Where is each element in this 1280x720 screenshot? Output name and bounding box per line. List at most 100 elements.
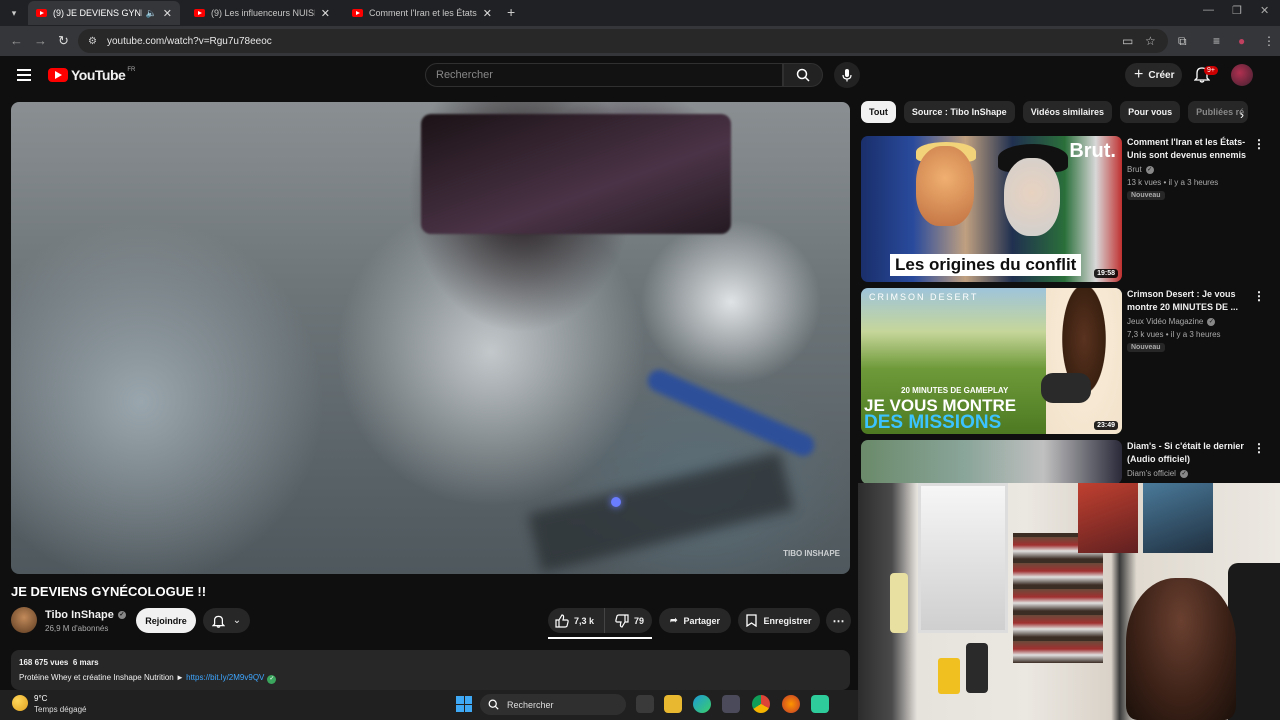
like-button[interactable]: 7,3 k: [548, 608, 606, 633]
webcam-art: [938, 658, 960, 694]
dislike-button[interactable]: 79: [605, 608, 651, 633]
extensions-icon[interactable]: ⧉: [1178, 34, 1187, 49]
create-button[interactable]: + Créer: [1125, 63, 1182, 87]
browser-menu-icon[interactable]: ⋮: [1263, 34, 1275, 48]
weather-moon-icon[interactable]: [12, 695, 28, 711]
firefox-icon[interactable]: [782, 695, 800, 713]
chip-source[interactable]: Source : Tibo InShape: [903, 101, 1015, 123]
save-button[interactable]: Enregistrer: [738, 608, 820, 633]
tab-influenceurs[interactable]: (9) Les influenceurs NUISIBLES ✕: [186, 1, 338, 25]
kebab-menu-icon[interactable]: ⋮: [1253, 289, 1265, 303]
chip-pour-vous[interactable]: Pour vous: [1120, 101, 1181, 123]
tab-close-icon[interactable]: ✕: [163, 7, 172, 20]
reload-icon[interactable]: ↻: [58, 33, 69, 49]
edge-icon[interactable]: [693, 695, 711, 713]
video-title: JE DEVIENS GYNÉCOLOGUE !!: [11, 584, 207, 599]
tab-gynecologue[interactable]: (9) JE DEVIENS GYNÉCOLOGUE 🔈 ✕: [28, 1, 180, 25]
chip-similaires[interactable]: Vidéos similaires: [1022, 101, 1113, 123]
chip-tout[interactable]: Tout: [861, 101, 896, 123]
menu-icon[interactable]: [17, 69, 31, 81]
channel-name[interactable]: Tibo InShape ✓: [45, 609, 126, 621]
new-badge: Nouveau: [1127, 191, 1165, 200]
file-explorer-icon[interactable]: [664, 695, 682, 713]
rec-art: [916, 146, 974, 226]
weather-desc: Temps dégagé: [34, 705, 87, 714]
bookmark-icon: [746, 614, 758, 627]
channel-avatar[interactable]: [11, 607, 37, 633]
save-label: Enregistrer: [763, 615, 812, 626]
search-button[interactable]: [783, 63, 823, 87]
rec-thumbnail-1[interactable]: Brut. Les origines du conflit 19:58: [861, 136, 1122, 282]
media-icon[interactable]: ≡: [1213, 34, 1220, 48]
voice-search-button[interactable]: [834, 62, 860, 88]
blue-led: [611, 497, 621, 507]
country-code: FR: [127, 67, 136, 73]
search-input[interactable]: Rechercher: [425, 63, 783, 87]
forward-arrow-icon[interactable]: →: [34, 33, 47, 48]
share-button[interactable]: ➦ Partager: [659, 608, 731, 633]
rec-channel-3[interactable]: Diam's officiel ✓: [1127, 469, 1188, 478]
rec-art: [1046, 288, 1122, 434]
blue-cable: [644, 366, 818, 460]
chrome-icon[interactable]: [752, 695, 770, 713]
view-count: 168 675 vues: [19, 658, 69, 667]
kebab-menu-icon[interactable]: ⋮: [1253, 137, 1265, 151]
youtube-play-icon: [48, 68, 68, 82]
task-view-icon[interactable]: [636, 695, 654, 713]
bookmark-star-icon[interactable]: ☆: [1145, 34, 1156, 48]
channel-name-text: Brut: [1127, 165, 1142, 174]
bell-icon: [211, 615, 225, 628]
rec-title-2[interactable]: Crimson Desert : Je vous montre 20 MINUT…: [1127, 288, 1247, 314]
back-arrow-icon[interactable]: ←: [10, 33, 23, 48]
rec-thumbnail-3[interactable]: [861, 440, 1122, 484]
notification-badge: 9+: [1204, 66, 1218, 75]
webcam-art: [1143, 483, 1213, 553]
app-icon[interactable]: [811, 695, 829, 713]
profile-icon[interactable]: ●: [1238, 34, 1245, 48]
site-info-icon[interactable]: ⚙: [88, 36, 97, 47]
speaker-icon[interactable]: 🔈: [146, 8, 157, 19]
webcam-overlay: [858, 483, 1280, 720]
monitor-screen: [421, 114, 731, 234]
restore-icon[interactable]: ❐: [1232, 4, 1242, 17]
tab-close-icon[interactable]: ✕: [483, 7, 492, 20]
verified-icon: ✓: [117, 611, 126, 619]
share-arrow-icon: ➦: [669, 615, 678, 625]
rec-title-1[interactable]: Comment l'Iran et les États-Unis sont de…: [1127, 136, 1247, 162]
weather-temp: 9°C: [34, 694, 48, 703]
close-window-icon[interactable]: ✕: [1260, 4, 1269, 17]
webcam-art: [966, 643, 988, 693]
chevron-right-icon[interactable]: ›: [1240, 108, 1244, 122]
youtube-logo[interactable]: YouTube FR: [48, 67, 135, 83]
rec-channel-1[interactable]: Brut ✓: [1127, 165, 1154, 174]
thumb-caption: Les origines du conflit: [890, 254, 1082, 276]
windows-start-icon[interactable]: [456, 696, 472, 712]
browser-tab-bar: ▾ (9) JE DEVIENS GYNÉCOLOGUE 🔈 ✕ (9) Les…: [0, 0, 1280, 26]
subscription-notifications-button[interactable]: ⌄: [203, 608, 250, 633]
join-button[interactable]: Rejoindre: [136, 608, 196, 633]
tab-iran[interactable]: Comment l'Iran et les États-Unis ✕: [344, 1, 500, 25]
cast-icon[interactable]: ▭: [1122, 34, 1133, 48]
description-box[interactable]: [11, 650, 850, 690]
more-actions-button[interactable]: ⋯: [826, 608, 851, 633]
account-avatar[interactable]: [1231, 64, 1253, 86]
tab-search-button[interactable]: ▾: [4, 3, 24, 23]
rec-title-3[interactable]: Diam's - Si c'était le dernier (Audio of…: [1127, 440, 1247, 466]
minimize-icon[interactable]: —: [1203, 4, 1214, 16]
rec-thumbnail-2[interactable]: CRIMSON DESERT 20 MINUTES DE GAMEPLAY JE…: [861, 288, 1122, 434]
store-icon[interactable]: [722, 695, 740, 713]
video-player[interactable]: TIBO INSHAPE: [11, 102, 850, 574]
filter-chips: Tout Source : Tibo InShape Vidéos simila…: [861, 101, 1249, 123]
rec-channel-2[interactable]: Jeux Vidéo Magazine ✓: [1127, 317, 1216, 326]
new-tab-button[interactable]: +: [507, 4, 515, 20]
tab-close-icon[interactable]: ✕: [321, 7, 330, 20]
duration-badge: 23:49: [1094, 421, 1118, 430]
omnibox[interactable]: ⚙ youtube.com/watch?v=Rgu7u78eeoc: [78, 29, 1168, 53]
duration-badge: 19:58: [1094, 269, 1118, 278]
verified-icon: ✓: [1179, 469, 1188, 478]
youtube-header: YouTube FR Rechercher + Créer: [0, 56, 1280, 96]
kebab-menu-icon[interactable]: ⋮: [1253, 441, 1265, 455]
taskbar-search[interactable]: Rechercher: [480, 694, 626, 715]
thumbs-down-icon: [615, 613, 629, 628]
description-link[interactable]: https://bit.ly/2M9v9QV: [186, 673, 264, 682]
